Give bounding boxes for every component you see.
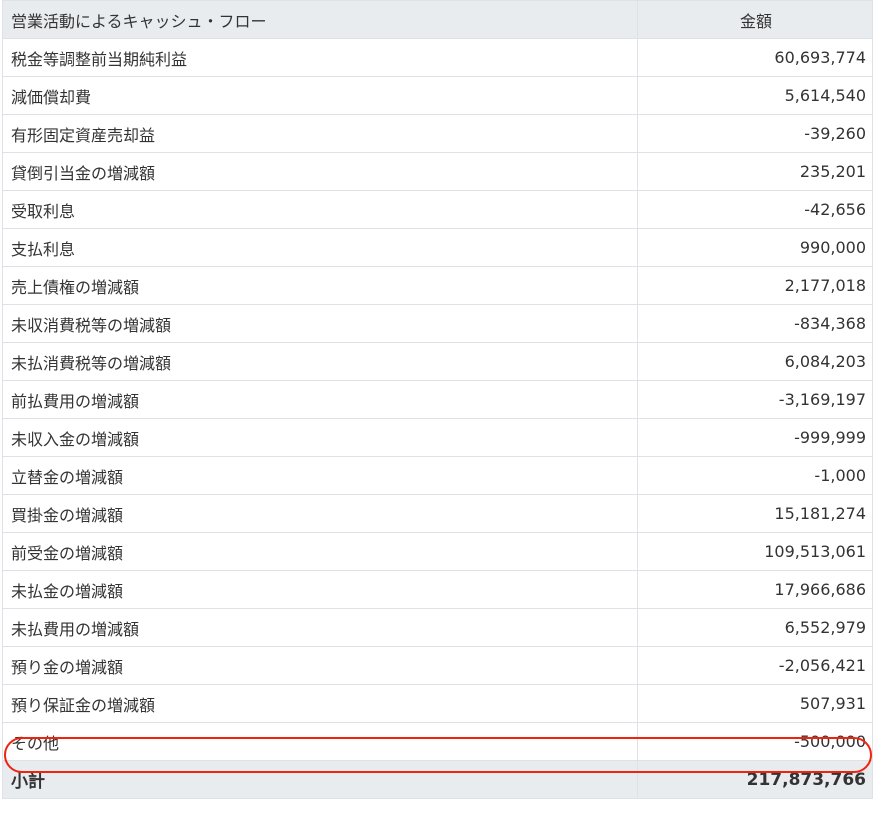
- row-label: 支払利息: [2, 228, 638, 267]
- row-label: 未払金の増減額: [2, 570, 638, 609]
- row-label: 前受金の増減額: [2, 532, 638, 571]
- table-header: 営業活動によるキャッシュ・フロー 金額: [2, 0, 873, 39]
- row-amount: 2,177,018: [637, 266, 873, 305]
- row-amount: 17,966,686: [637, 570, 873, 609]
- row-label: 未収消費税等の増減額: [2, 304, 638, 343]
- row-amount: 15,181,274: [637, 494, 873, 533]
- row-amount: -999,999: [637, 418, 873, 457]
- row-label: 未収入金の増減額: [2, 418, 638, 457]
- row-amount: 235,201: [637, 152, 873, 191]
- table-row: 前受金の増減額 109,513,061: [2, 532, 873, 571]
- table-row: 買掛金の増減額 15,181,274: [2, 494, 873, 533]
- row-label: その他: [2, 722, 638, 761]
- row-amount: 6,084,203: [637, 342, 873, 381]
- table-row: 前払費用の増減額 -3,169,197: [2, 380, 873, 419]
- table-row: 未払消費税等の増減額 6,084,203: [2, 342, 873, 381]
- row-amount: -42,656: [637, 190, 873, 229]
- row-label: 未払費用の増減額: [2, 608, 638, 647]
- row-amount: -39,260: [637, 114, 873, 153]
- table-row: 有形固定資産売却益 -39,260: [2, 114, 873, 153]
- row-label: 貸倒引当金の増減額: [2, 152, 638, 191]
- table-row: 貸倒引当金の増減額 235,201: [2, 152, 873, 191]
- table-row: 未払費用の増減額 6,552,979: [2, 608, 873, 647]
- cash-flow-table: 営業活動によるキャッシュ・フロー 金額 税金等調整前当期純利益 60,693,77…: [2, 0, 873, 799]
- table-row: 受取利息 -42,656: [2, 190, 873, 229]
- row-amount: -500,000: [637, 722, 873, 761]
- row-amount: 990,000: [637, 228, 873, 267]
- table-row: 未払金の増減額 17,966,686: [2, 570, 873, 609]
- table-row: 減価償却費 5,614,540: [2, 76, 873, 115]
- row-amount: 5,614,540: [637, 76, 873, 115]
- row-label: 税金等調整前当期純利益: [2, 38, 638, 77]
- row-amount: 109,513,061: [637, 532, 873, 571]
- row-label: 売上債権の増減額: [2, 266, 638, 305]
- row-label: 買掛金の増減額: [2, 494, 638, 533]
- table-row: 税金等調整前当期純利益 60,693,774: [2, 38, 873, 77]
- table-row: 売上債権の増減額 2,177,018: [2, 266, 873, 305]
- table-row: 未収入金の増減額 -999,999: [2, 418, 873, 457]
- row-amount: 6,552,979: [637, 608, 873, 647]
- subtotal-amount: 217,873,766: [637, 760, 873, 799]
- row-amount: -834,368: [637, 304, 873, 343]
- subtotal-row: 小計 217,873,766: [2, 760, 873, 799]
- row-label: 有形固定資産売却益: [2, 114, 638, 153]
- row-amount: 507,931: [637, 684, 873, 723]
- row-label: 受取利息: [2, 190, 638, 229]
- row-amount: 60,693,774: [637, 38, 873, 77]
- table-row: 未収消費税等の増減額 -834,368: [2, 304, 873, 343]
- table-row: 支払利息 990,000: [2, 228, 873, 267]
- subtotal-label: 小計: [2, 760, 638, 799]
- row-label: 立替金の増減額: [2, 456, 638, 495]
- row-label: 前払費用の増減額: [2, 380, 638, 419]
- header-label: 営業活動によるキャッシュ・フロー: [2, 0, 638, 39]
- row-label: 未払消費税等の増減額: [2, 342, 638, 381]
- row-label: 預り保証金の増減額: [2, 684, 638, 723]
- row-amount: -3,169,197: [637, 380, 873, 419]
- row-amount: -2,056,421: [637, 646, 873, 685]
- row-label: 預り金の増減額: [2, 646, 638, 685]
- row-amount: -1,000: [637, 456, 873, 495]
- table-row: その他 -500,000: [2, 722, 873, 761]
- table-row: 預り金の増減額 -2,056,421: [2, 646, 873, 685]
- row-label: 減価償却費: [2, 76, 638, 115]
- header-amount: 金額: [637, 0, 873, 39]
- table-row: 立替金の増減額 -1,000: [2, 456, 873, 495]
- table-row: 預り保証金の増減額 507,931: [2, 684, 873, 723]
